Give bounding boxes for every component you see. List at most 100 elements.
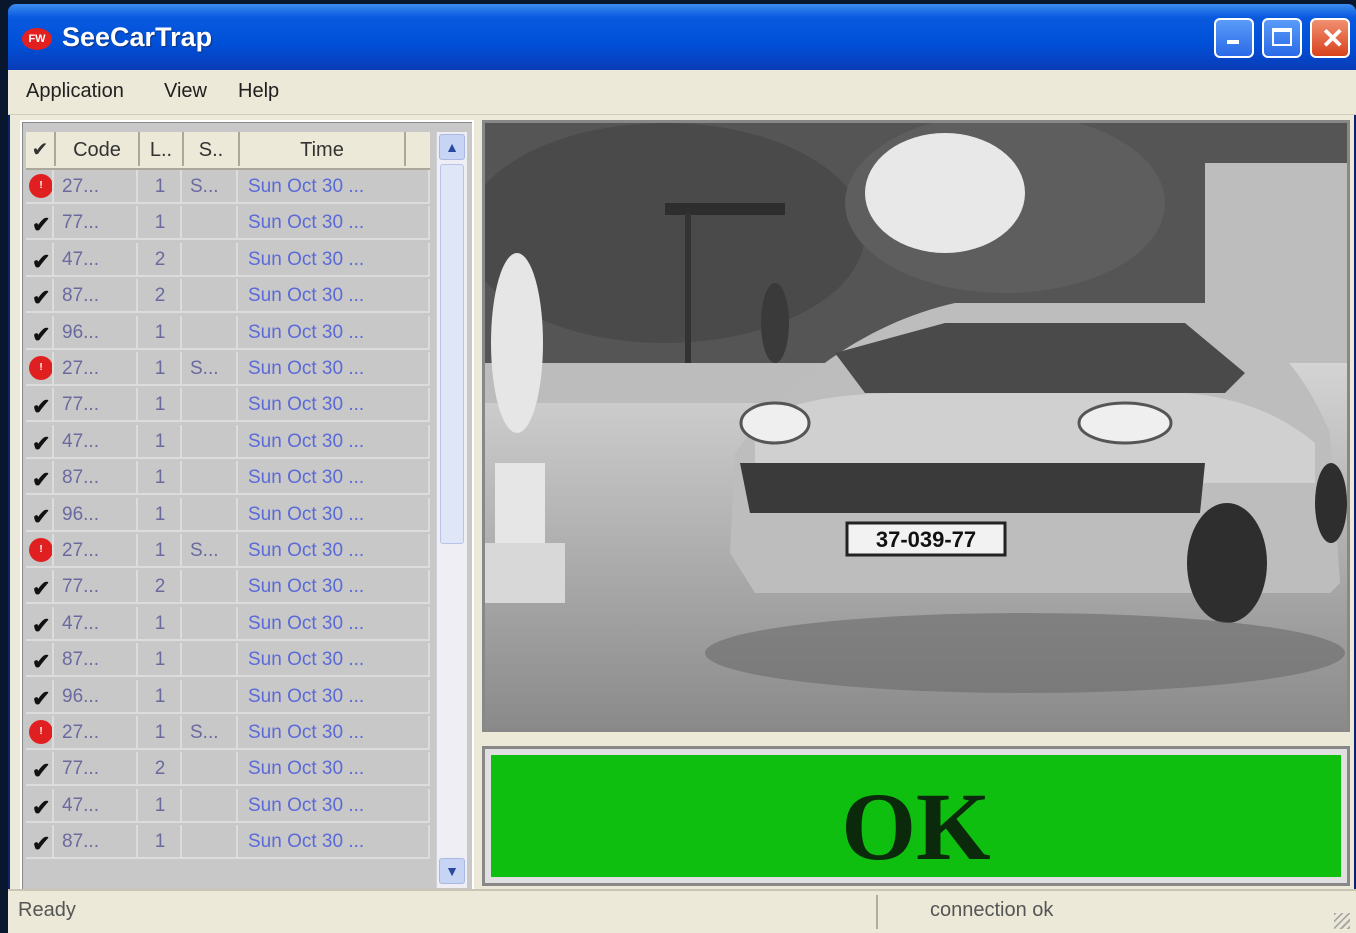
- table-row[interactable]: ✔ 47... 2 Sun Oct 30 ...: [26, 242, 430, 277]
- header-code[interactable]: Code: [56, 132, 140, 166]
- row-l: 2: [140, 279, 182, 312]
- row-s: [184, 206, 238, 239]
- table-row[interactable]: ! 27... 1 S... Sun Oct 30 ...: [26, 170, 430, 204]
- row-code: 27...: [56, 170, 138, 202]
- result-panel: OK: [482, 746, 1350, 886]
- row-status-cell: ✔: [26, 570, 54, 603]
- table-row[interactable]: ✔ 77... 1 Sun Oct 30 ...: [26, 388, 430, 423]
- row-s: [184, 752, 238, 785]
- table-row[interactable]: ! 27... 1 S... Sun Oct 30 ...: [26, 716, 430, 750]
- row-code: 87...: [56, 461, 138, 494]
- header-s[interactable]: S..: [184, 132, 240, 166]
- status-ready: Ready: [18, 899, 76, 921]
- status-separator: [876, 895, 878, 929]
- table-row[interactable]: ! 27... 1 S... Sun Oct 30 ...: [26, 352, 430, 386]
- row-l: 1: [140, 315, 182, 348]
- menu-bar: Application View Help: [8, 70, 1356, 115]
- row-status-cell: !: [26, 170, 54, 202]
- title-bar[interactable]: FW SeeCarTrap ✕: [8, 4, 1356, 70]
- table-row[interactable]: ✔ 96... 1 Sun Oct 30 ...: [26, 679, 430, 714]
- row-s: [184, 825, 238, 858]
- alert-icon: !: [29, 538, 52, 562]
- scroll-thumb[interactable]: [440, 164, 464, 544]
- vertical-scrollbar[interactable]: ▲ ▼: [436, 132, 467, 888]
- row-status-cell: ✔: [26, 461, 54, 494]
- row-l: 1: [140, 206, 182, 239]
- row-l: 1: [140, 788, 182, 821]
- checkmark-icon: ✔: [32, 758, 51, 784]
- table-row[interactable]: ✔ 87... 2 Sun Oct 30 ...: [26, 279, 430, 314]
- row-s: [184, 497, 238, 530]
- row-code: 96...: [56, 315, 138, 348]
- row-l: 1: [140, 388, 182, 421]
- checkmark-icon: ✔: [32, 503, 51, 529]
- table-row[interactable]: ✔ 96... 1 Sun Oct 30 ...: [26, 497, 430, 532]
- row-time: Sun Oct 30 ...: [240, 242, 430, 275]
- table-row[interactable]: ✔ 47... 1 Sun Oct 30 ...: [26, 424, 430, 459]
- row-status-cell: ✔: [26, 825, 54, 858]
- row-status-cell: ✔: [26, 206, 54, 239]
- scroll-up-button[interactable]: ▲: [439, 134, 465, 160]
- row-code: 47...: [56, 606, 138, 639]
- table-row[interactable]: ✔ 87... 1 Sun Oct 30 ...: [26, 825, 430, 860]
- checkmark-icon: ✔: [32, 685, 51, 711]
- row-s: S...: [184, 534, 238, 566]
- checkmark-icon: ✔: [32, 467, 51, 493]
- scroll-down-button[interactable]: ▼: [439, 858, 465, 884]
- row-s: [184, 643, 238, 676]
- table-row[interactable]: ! 27... 1 S... Sun Oct 30 ...: [26, 534, 430, 568]
- row-time: Sun Oct 30 ...: [240, 752, 430, 785]
- row-status-cell: ✔: [26, 497, 54, 530]
- menu-application[interactable]: Application: [26, 80, 124, 103]
- checkmark-icon: ✔: [32, 612, 51, 638]
- row-s: [184, 279, 238, 312]
- table-row[interactable]: ✔ 96... 1 Sun Oct 30 ...: [26, 315, 430, 350]
- row-status-cell: ✔: [26, 752, 54, 785]
- maximize-button[interactable]: [1262, 18, 1302, 58]
- row-code: 27...: [56, 716, 138, 748]
- row-time: Sun Oct 30 ...: [240, 497, 430, 530]
- row-time: Sun Oct 30 ...: [240, 606, 430, 639]
- row-code: 77...: [56, 752, 138, 785]
- row-s: [184, 679, 238, 712]
- checkmark-icon: ✔: [32, 576, 51, 602]
- row-status-cell: !: [26, 534, 54, 566]
- table-row[interactable]: ✔ 77... 1 Sun Oct 30 ...: [26, 206, 430, 241]
- table-row[interactable]: ✔ 47... 1 Sun Oct 30 ...: [26, 788, 430, 823]
- alert-icon: !: [29, 174, 52, 198]
- header-check[interactable]: ✔: [26, 132, 56, 166]
- row-code: 87...: [56, 825, 138, 858]
- minimize-button[interactable]: [1214, 18, 1254, 58]
- checkmark-icon: ✔: [32, 285, 51, 311]
- row-l: 1: [140, 352, 182, 384]
- row-l: 1: [140, 534, 182, 566]
- app-window: FW SeeCarTrap ✕ Application View Help ✔ …: [8, 4, 1356, 933]
- table-row[interactable]: ✔ 87... 1 Sun Oct 30 ...: [26, 461, 430, 496]
- app-icon: FW: [22, 28, 52, 50]
- row-code: 47...: [56, 788, 138, 821]
- row-status-cell: ✔: [26, 679, 54, 712]
- row-l: 1: [140, 424, 182, 457]
- table-row[interactable]: ✔ 87... 1 Sun Oct 30 ...: [26, 643, 430, 678]
- header-l[interactable]: L..: [140, 132, 184, 166]
- row-l: 1: [140, 825, 182, 858]
- row-status-cell: !: [26, 716, 54, 748]
- table-row[interactable]: ✔ 77... 2 Sun Oct 30 ...: [26, 570, 430, 605]
- row-time: Sun Oct 30 ...: [240, 388, 430, 421]
- checkmark-icon: ✔: [32, 321, 51, 347]
- table-row[interactable]: ✔ 77... 2 Sun Oct 30 ...: [26, 752, 430, 787]
- menu-help[interactable]: Help: [238, 80, 279, 103]
- row-time: Sun Oct 30 ...: [240, 534, 430, 566]
- close-button[interactable]: ✕: [1310, 18, 1350, 58]
- status-connection: connection ok: [930, 899, 1054, 921]
- resize-grip-icon[interactable]: [1334, 913, 1350, 929]
- row-s: S...: [184, 352, 238, 384]
- menu-view[interactable]: View: [164, 80, 207, 103]
- checkmark-icon: ✔: [32, 394, 51, 420]
- row-status-cell: !: [26, 352, 54, 384]
- row-s: [184, 424, 238, 457]
- row-s: [184, 788, 238, 821]
- row-s: S...: [184, 170, 238, 202]
- header-time[interactable]: Time: [240, 132, 406, 166]
- table-row[interactable]: ✔ 47... 1 Sun Oct 30 ...: [26, 606, 430, 641]
